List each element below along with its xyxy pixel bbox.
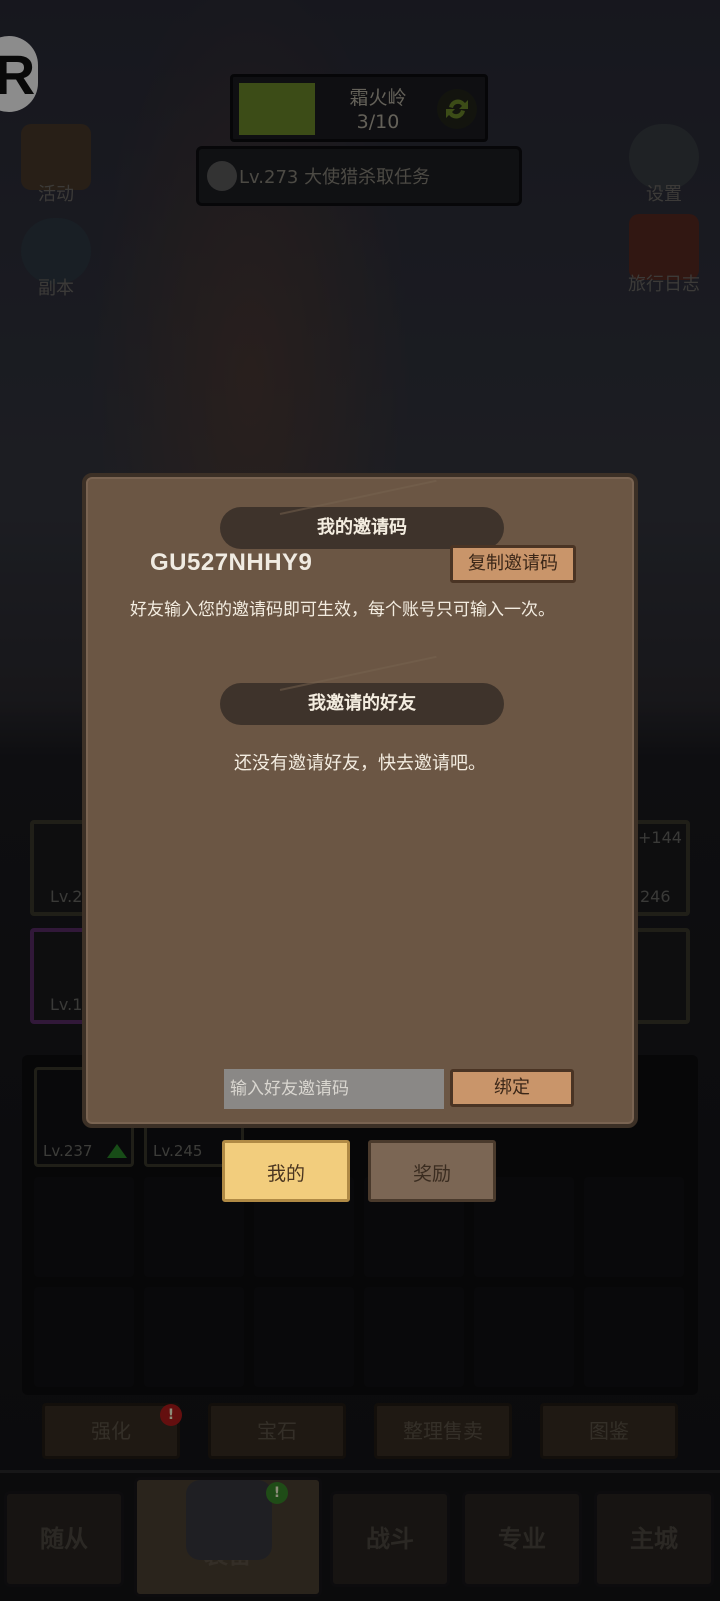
- bind-button[interactable]: 绑定: [450, 1069, 574, 1107]
- my-code-header: 我的邀请码: [220, 507, 504, 549]
- tab-my-invites[interactable]: 我的: [222, 1140, 350, 1202]
- empty-friends-text: 还没有邀请好友，快去邀请吧。: [234, 753, 486, 774]
- friends-header: 我邀请的好友: [220, 683, 504, 725]
- invite-code: GU527NHHY9: [150, 549, 313, 576]
- tab-rewards[interactable]: 奖励: [368, 1140, 496, 1202]
- copy-code-button[interactable]: 复制邀请码: [450, 545, 576, 583]
- invite-description: 好友输入您的邀请码即可生效，每个账号只可输入一次。: [130, 600, 555, 620]
- friend-code-input[interactable]: [224, 1069, 444, 1109]
- invite-dialog: 我的邀请码 GU527NHHY9 复制邀请码 好友输入您的邀请码即可生效，每个账…: [82, 473, 638, 1128]
